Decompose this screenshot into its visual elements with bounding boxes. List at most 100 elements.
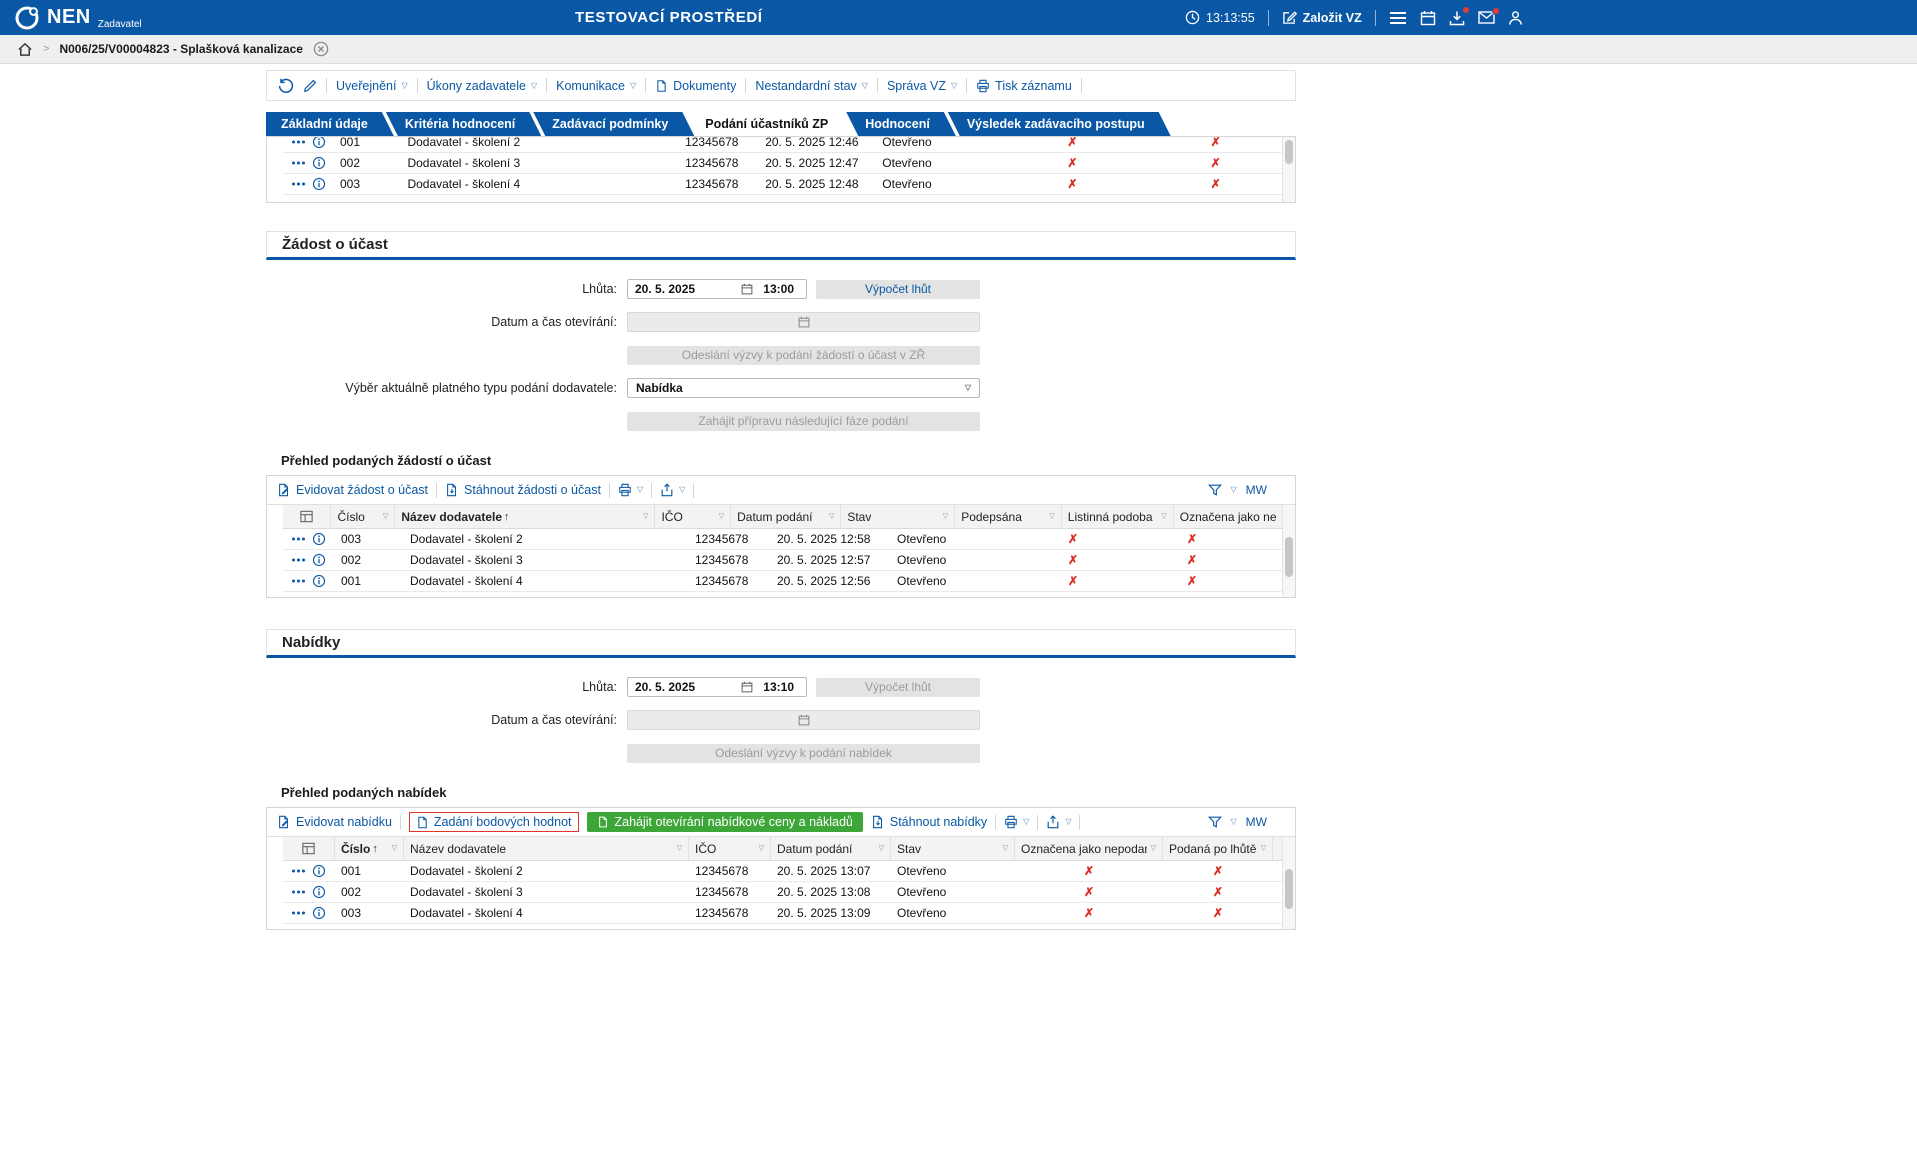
row-menu-icon[interactable]: [291, 868, 306, 874]
lhuta-datetime-input[interactable]: 20. 5. 2025 13:10: [627, 677, 807, 697]
row-menu-icon[interactable]: [291, 889, 306, 895]
filter-icon[interactable]: [1207, 483, 1222, 497]
info-icon[interactable]: [312, 156, 326, 170]
print-grid-button[interactable]: ▽: [618, 483, 643, 497]
mw-toggle[interactable]: MW: [1246, 815, 1267, 829]
date-value[interactable]: 20. 5. 2025: [628, 680, 741, 694]
vertical-scrollbar[interactable]: [1282, 137, 1295, 202]
date-value[interactable]: 20. 5. 2025: [628, 282, 741, 296]
stahnout-nabidky-link[interactable]: Stáhnout nabídky: [871, 815, 987, 829]
tab-zadavaci-podminky[interactable]: Zadávací podmínky: [533, 112, 694, 136]
menu-uverejneni[interactable]: Uveřejnění ▽: [336, 79, 408, 93]
dropdown-caret-icon[interactable]: ▽: [1231, 486, 1237, 494]
row-menu-icon[interactable]: [291, 910, 306, 916]
lhuta-datetime-input[interactable]: 20. 5. 2025 13:00: [627, 279, 807, 299]
grid-settings-icon[interactable]: [283, 505, 332, 528]
tab-vysledek[interactable]: Výsledek zadávacího postupu: [948, 112, 1171, 136]
menu-sprava-vz[interactable]: Správa VZ ▽: [887, 79, 957, 93]
edit-pencil-icon[interactable]: [303, 79, 317, 93]
info-icon[interactable]: [312, 177, 326, 191]
evidovat-zadost-link[interactable]: Evidovat žádost o účast: [277, 483, 428, 497]
tab-kriteria-hodnoceni[interactable]: Kritéria hodnocení: [386, 112, 541, 136]
info-icon[interactable]: [312, 574, 326, 588]
table-row[interactable]: 003 Dodavatel - školení 4 12345678 20. 5…: [283, 903, 1284, 924]
export-grid-button[interactable]: ▽: [1046, 815, 1071, 829]
calendar-icon[interactable]: [741, 681, 753, 693]
info-icon[interactable]: [312, 532, 326, 546]
table-row[interactable]: 001 Dodavatel - školení 4 12345678 20. 5…: [283, 571, 1284, 592]
scrollbar-thumb[interactable]: [1285, 140, 1293, 164]
menu-komunikace[interactable]: Komunikace ▽: [556, 79, 636, 93]
info-icon[interactable]: [312, 553, 326, 567]
downloads-button[interactable]: [1449, 5, 1470, 26]
zadani-bodovych-hodnot-link[interactable]: Zadání bodových hodnot: [408, 812, 579, 832]
time-value[interactable]: 13:10: [753, 680, 806, 694]
header-datum[interactable]: Datum podání ▽: [771, 837, 891, 860]
menu-button[interactable]: [1389, 11, 1407, 25]
grid-settings-icon[interactable]: [283, 837, 335, 860]
scrollbar-thumb[interactable]: [1285, 869, 1293, 909]
header-stav[interactable]: Stav ▽: [891, 837, 1015, 860]
calendar-icon[interactable]: [741, 283, 753, 295]
header-podepsana[interactable]: Podepsána ▽: [955, 505, 1062, 528]
header-datum[interactable]: Datum podání ▽: [731, 505, 842, 528]
table-row[interactable]: 003 Dodavatel - školení 2 12345678 20. 5…: [283, 529, 1284, 550]
close-record-icon[interactable]: [313, 41, 329, 57]
header-stav[interactable]: Stav ▽: [841, 505, 956, 528]
row-menu-icon[interactable]: [291, 557, 306, 563]
stahnout-zadosti-link[interactable]: Stáhnout žádosti o účast: [445, 483, 601, 497]
vypocet-lhut-button[interactable]: Výpočet lhůt: [816, 279, 980, 299]
vertical-scrollbar[interactable]: [1282, 837, 1295, 929]
info-icon[interactable]: [312, 864, 326, 878]
user-profile-button[interactable]: [1508, 10, 1523, 26]
filter-icon[interactable]: [1207, 815, 1222, 829]
history-icon[interactable]: [278, 78, 294, 94]
header-ico[interactable]: IČO ▽: [655, 505, 732, 528]
tab-hodnoceni[interactable]: Hodnocení: [846, 112, 956, 136]
header-podana-po-lhute[interactable]: Podaná po lhůtě ▽: [1163, 837, 1273, 860]
table-row[interactable]: 002 Dodavatel - školení 3 12345678 20. 5…: [283, 153, 1284, 174]
menu-tisk-zaznamu[interactable]: Tisk záznamu: [976, 79, 1072, 93]
zahajit-otevirani-button[interactable]: Zahájit otevírání nabídkové ceny a nákla…: [586, 812, 863, 832]
messages-button[interactable]: [1478, 7, 1500, 24]
info-icon[interactable]: [312, 885, 326, 899]
calendar-button[interactable]: [1420, 10, 1436, 26]
table-row[interactable]: 001 Dodavatel - školení 2 12345678 20. 5…: [283, 861, 1284, 882]
menu-dokumenty[interactable]: Dokumenty: [655, 79, 736, 93]
header-oznacena[interactable]: Označena jako nepodaná: [1174, 505, 1284, 528]
header-nazev[interactable]: Název dodavatele ▽: [404, 837, 689, 860]
breadcrumb-record[interactable]: N006/25/V00004823 - Splašková kanalizace: [59, 42, 303, 56]
menu-nestandardni-stav[interactable]: Nestandardní stav ▽: [755, 79, 868, 93]
info-icon[interactable]: [312, 906, 326, 920]
table-row[interactable]: 001 Dodavatel - školení 2 12345678 20. 5…: [283, 137, 1284, 153]
typ-podani-select[interactable]: Nabídka ▽: [627, 378, 980, 398]
home-icon[interactable]: [17, 42, 33, 57]
header-cislo[interactable]: Číslo ▽: [331, 505, 396, 528]
nen-brand[interactable]: NEN Zadavatel: [14, 0, 142, 35]
scrollbar-thumb[interactable]: [1285, 537, 1293, 577]
export-grid-button[interactable]: ▽: [660, 483, 685, 497]
header-oznacena[interactable]: Označena jako nepodaná ▽: [1015, 837, 1163, 860]
header-listinna[interactable]: Listinná podoba ▽: [1062, 505, 1174, 528]
header-ico[interactable]: IČO ▽: [689, 837, 771, 860]
row-menu-icon[interactable]: [291, 160, 306, 166]
table-row[interactable]: 003 Dodavatel - školení 4 12345678 20. 5…: [283, 174, 1284, 195]
row-menu-icon[interactable]: [291, 578, 306, 584]
create-vz-button[interactable]: Založit VZ: [1282, 10, 1362, 25]
row-menu-icon[interactable]: [291, 139, 306, 145]
dropdown-caret-icon[interactable]: ▽: [1231, 818, 1237, 826]
vertical-scrollbar[interactable]: [1282, 505, 1295, 597]
tab-zakladni-udaje[interactable]: Základní údaje: [266, 112, 394, 136]
info-icon[interactable]: [312, 137, 326, 149]
menu-ukony-zadavatele[interactable]: Úkony zadavatele ▽: [427, 79, 538, 93]
header-nazev[interactable]: Název dodavatele ↑ ▽: [395, 505, 656, 528]
header-cislo[interactable]: Číslo ↑ ▽: [335, 837, 404, 860]
time-value[interactable]: 13:00: [753, 282, 806, 296]
table-row[interactable]: 002 Dodavatel - školení 3 12345678 20. 5…: [283, 550, 1284, 571]
mw-toggle[interactable]: MW: [1246, 483, 1267, 497]
row-menu-icon[interactable]: [291, 536, 306, 542]
evidovat-nabidku-link[interactable]: Evidovat nabídku: [277, 815, 392, 829]
table-row[interactable]: 002 Dodavatel - školení 3 12345678 20. 5…: [283, 882, 1284, 903]
tab-podani-ucastniku[interactable]: Podání účastníků ZP: [686, 112, 854, 136]
row-menu-icon[interactable]: [291, 181, 306, 187]
